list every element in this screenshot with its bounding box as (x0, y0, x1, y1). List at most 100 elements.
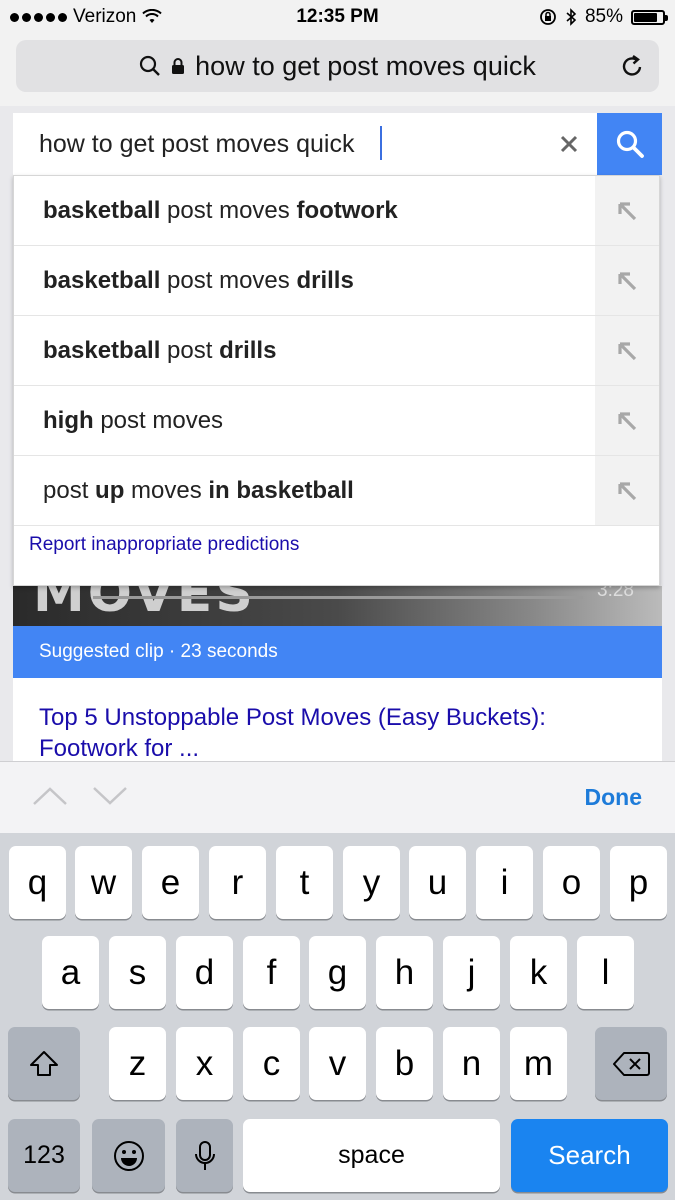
backspace-icon (613, 1051, 650, 1076)
dictation-key[interactable] (176, 1119, 233, 1192)
keyboard: q w e r t y u i o p a s d f g h j k l z … (0, 833, 675, 1200)
key-z[interactable]: z (109, 1027, 166, 1100)
shift-arrow-icon (30, 1050, 58, 1076)
suggestion-bold: basketball (43, 337, 161, 364)
key-e[interactable]: e (142, 846, 199, 919)
search-input[interactable] (13, 113, 597, 175)
suggestion-plain: post (43, 477, 96, 504)
key-k[interactable]: k (510, 936, 567, 1009)
arrow-up-left-icon (618, 411, 637, 430)
status-bar: Verizon 12:35 PM 85% (0, 0, 675, 34)
suggestion-item[interactable]: post up moves in basketball (14, 456, 659, 526)
key-p[interactable]: p (610, 846, 667, 919)
fill-query-button[interactable] (595, 456, 659, 525)
suggestion-bold: drills (219, 337, 277, 364)
search-box (13, 113, 662, 175)
key-g[interactable]: g (309, 936, 366, 1009)
search-button[interactable] (597, 113, 662, 175)
key-y[interactable]: y (343, 846, 400, 919)
suggestions-dropdown: basketball post moves footwork basketbal… (13, 175, 660, 586)
key-o[interactable]: o (543, 846, 600, 919)
shift-key[interactable] (8, 1027, 80, 1100)
key-c[interactable]: c (243, 1027, 300, 1100)
search-icon (140, 55, 161, 76)
done-button[interactable]: Done (585, 784, 643, 811)
fill-query-button[interactable] (595, 246, 659, 315)
space-key[interactable]: space (243, 1119, 500, 1192)
microphone-icon (194, 1140, 215, 1170)
key-q[interactable]: q (9, 846, 66, 919)
clear-button[interactable] (551, 126, 587, 162)
address-text: how to get post moves quick (195, 50, 536, 81)
suggestion-bold: high (43, 407, 94, 434)
fill-query-button[interactable] (595, 176, 659, 245)
chevron-up-icon[interactable] (32, 786, 68, 806)
suggestion-bold: in basketball (208, 477, 354, 504)
suggestion-bold: footwork (296, 197, 398, 224)
thumbnail-text: MOVES (33, 586, 256, 624)
key-x[interactable]: x (176, 1027, 233, 1100)
key-h[interactable]: h (376, 936, 433, 1009)
suggestion-plain: post (160, 337, 220, 364)
key-n[interactable]: n (443, 1027, 500, 1100)
key-b[interactable]: b (376, 1027, 433, 1100)
search-key[interactable]: Search (511, 1119, 668, 1192)
suggestion-plain: post moves (160, 197, 297, 224)
arrow-up-left-icon (618, 341, 637, 360)
key-i[interactable]: i (476, 846, 533, 919)
arrow-up-left-icon (618, 481, 637, 500)
suggestion-item[interactable]: basketball post drills (14, 316, 659, 386)
suggestion-bold: up (95, 477, 125, 504)
key-l[interactable]: l (577, 936, 634, 1009)
suggestion-bold: drills (296, 267, 354, 294)
suggestion-item[interactable]: high post moves (14, 386, 659, 456)
keyboard-toolbar: Done (0, 761, 675, 833)
backspace-key[interactable] (595, 1027, 667, 1100)
suggestion-bold: basketball (43, 267, 161, 294)
lock-icon (172, 58, 185, 74)
chevron-down-icon[interactable] (92, 786, 128, 806)
browser-toolbar: how to get post moves quick (0, 34, 675, 107)
status-right: 85% (539, 6, 668, 28)
rotation-lock-icon (540, 9, 556, 25)
suggestion-plain: moves (124, 477, 209, 504)
key-u[interactable]: u (409, 846, 466, 919)
search-icon (616, 130, 644, 158)
emoji-icon (113, 1140, 144, 1171)
key-d[interactable]: d (176, 936, 233, 1009)
suggestion-plain: post moves (93, 407, 224, 434)
video-progress-bar (93, 596, 583, 599)
result-card: Top 5 Unstoppable Post Moves (Easy Bucke… (13, 678, 662, 764)
key-f[interactable]: f (243, 936, 300, 1009)
key-w[interactable]: w (75, 846, 132, 919)
key-j[interactable]: j (443, 936, 500, 1009)
suggestion-item[interactable]: basketball post moves footwork (14, 176, 659, 246)
key-r[interactable]: r (209, 846, 266, 919)
suggestion-plain: post moves (160, 267, 297, 294)
video-duration: 3:28 (597, 586, 634, 601)
video-thumbnail[interactable]: MOVES 3:28 (13, 586, 662, 626)
battery-percent: 85% (584, 6, 623, 27)
suggested-clip-banner: Suggested clip · 23 seconds (13, 626, 662, 678)
fill-query-button[interactable] (595, 386, 659, 455)
key-v[interactable]: v (309, 1027, 366, 1100)
key-a[interactable]: a (42, 936, 99, 1009)
suggestion-item[interactable]: basketball post moves drills (14, 246, 659, 316)
arrow-up-left-icon (618, 271, 637, 290)
key-m[interactable]: m (510, 1027, 567, 1100)
battery-icon (631, 9, 668, 25)
address-bar[interactable]: how to get post moves quick (16, 40, 659, 92)
reload-icon[interactable] (619, 52, 645, 80)
numbers-key[interactable]: 123 (8, 1119, 80, 1192)
key-t[interactable]: t (276, 846, 333, 919)
emoji-key[interactable] (92, 1119, 165, 1192)
close-icon (560, 135, 578, 153)
result-title-link[interactable]: Top 5 Unstoppable Post Moves (Easy Bucke… (39, 702, 639, 764)
text-cursor (380, 126, 382, 160)
suggestion-bold: basketball (43, 197, 161, 224)
fill-query-button[interactable] (595, 316, 659, 385)
report-predictions-link[interactable]: Report inappropriate predictions (29, 534, 299, 556)
arrow-up-left-icon (618, 201, 637, 220)
bluetooth-icon (566, 8, 577, 26)
key-s[interactable]: s (109, 936, 166, 1009)
